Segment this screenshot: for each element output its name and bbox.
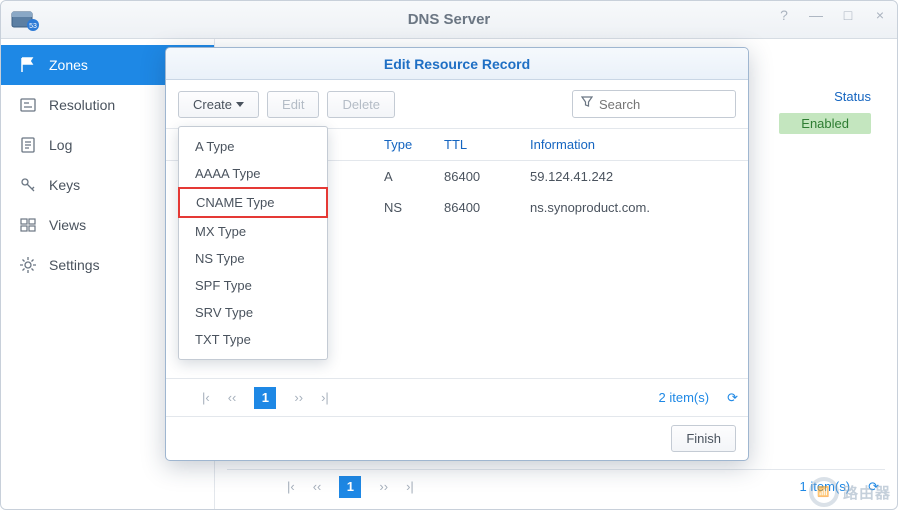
item-count: 1 item(s): [800, 479, 851, 494]
status-column-header[interactable]: Status: [834, 89, 871, 104]
dropdown-item-cname[interactable]: CNAME Type: [178, 187, 328, 218]
search-input-wrap[interactable]: [572, 90, 736, 118]
maximize-button[interactable]: □: [835, 5, 861, 25]
col-type[interactable]: Type: [384, 137, 444, 152]
window-title: DNS Server: [1, 11, 897, 28]
dialog-footer: Finish: [166, 416, 748, 460]
sidebar-item-label: Log: [49, 137, 72, 153]
delete-record-button[interactable]: Delete: [327, 91, 395, 118]
search-input[interactable]: [599, 97, 727, 112]
flag-icon: [19, 56, 37, 74]
page-first-icon[interactable]: |‹: [202, 390, 210, 405]
cell-type: A: [384, 169, 444, 184]
col-ttl[interactable]: TTL: [444, 137, 530, 152]
cell-ttl: 86400: [444, 169, 530, 184]
resolution-icon: [19, 96, 37, 114]
minimize-button[interactable]: —: [803, 5, 829, 25]
page-next-icon[interactable]: ››: [379, 479, 388, 494]
window-controls: ? — □ ×: [771, 5, 893, 25]
app-window: 53 DNS Server ? — □ × Zones Resolution L…: [0, 0, 898, 510]
dropdown-item-spf[interactable]: SPF Type: [179, 272, 327, 299]
cell-info: 59.124.41.242: [530, 169, 748, 184]
app-icon: 53: [11, 8, 39, 32]
chevron-down-icon: [236, 102, 244, 107]
page-first-icon[interactable]: |‹: [287, 479, 295, 494]
help-button[interactable]: ?: [771, 5, 797, 25]
item-count: 2 item(s): [659, 390, 710, 405]
create-type-dropdown: A Type AAAA Type CNAME Type MX Type NS T…: [178, 126, 328, 360]
record-paginator: |‹ ‹‹ 1 ›› ›| 2 item(s) ⟳: [166, 378, 748, 416]
page-last-icon[interactable]: ›|: [406, 479, 414, 494]
dropdown-item-aaaa[interactable]: AAAA Type: [179, 160, 327, 187]
cell-info: ns.synoproduct.com.: [530, 200, 748, 215]
dropdown-item-srv[interactable]: SRV Type: [179, 299, 327, 326]
gear-icon: [19, 256, 37, 274]
cell-type: NS: [384, 200, 444, 215]
page-number[interactable]: 1: [339, 476, 361, 498]
close-button[interactable]: ×: [867, 5, 893, 25]
key-icon: [19, 176, 37, 194]
dialog-title: Edit Resource Record: [166, 48, 748, 80]
dropdown-item-ns[interactable]: NS Type: [179, 245, 327, 272]
dropdown-item-txt[interactable]: TXT Type: [179, 326, 327, 353]
sidebar-item-label: Zones: [49, 57, 88, 73]
create-label: Create: [193, 97, 232, 112]
page-prev-icon[interactable]: ‹‹: [228, 390, 237, 405]
sidebar-item-label: Keys: [49, 177, 80, 193]
dropdown-item-mx[interactable]: MX Type: [179, 218, 327, 245]
svg-text:53: 53: [29, 23, 37, 30]
status-badge: Enabled: [779, 113, 871, 134]
page-prev-icon[interactable]: ‹‹: [313, 479, 322, 494]
reload-icon[interactable]: ⟳: [868, 479, 879, 495]
page-next-icon[interactable]: ››: [294, 390, 303, 405]
reload-icon[interactable]: ⟳: [727, 390, 738, 406]
dropdown-item-a[interactable]: A Type: [179, 133, 327, 160]
edit-resource-record-dialog: Edit Resource Record Create Edit Delete …: [165, 47, 749, 461]
filter-icon: [581, 95, 593, 113]
sidebar-item-label: Views: [49, 217, 86, 233]
create-dropdown-button[interactable]: Create: [178, 91, 259, 118]
page-number[interactable]: 1: [254, 387, 276, 409]
views-icon: [19, 216, 37, 234]
sidebar-item-label: Resolution: [49, 97, 115, 113]
titlebar: 53 DNS Server ? — □ ×: [1, 1, 897, 39]
cell-ttl: 86400: [444, 200, 530, 215]
page-last-icon[interactable]: ›|: [321, 390, 329, 405]
edit-record-button[interactable]: Edit: [267, 91, 319, 118]
sidebar-item-label: Settings: [49, 257, 100, 273]
zones-paginator: |‹ ‹‹ 1 ›› ›| 1 item(s) ⟳: [227, 469, 885, 503]
dialog-toolbar: Create Edit Delete A Type AAAA Type CNAM…: [166, 80, 748, 128]
log-icon: [19, 136, 37, 154]
col-info[interactable]: Information: [530, 137, 748, 152]
finish-button[interactable]: Finish: [671, 425, 736, 452]
